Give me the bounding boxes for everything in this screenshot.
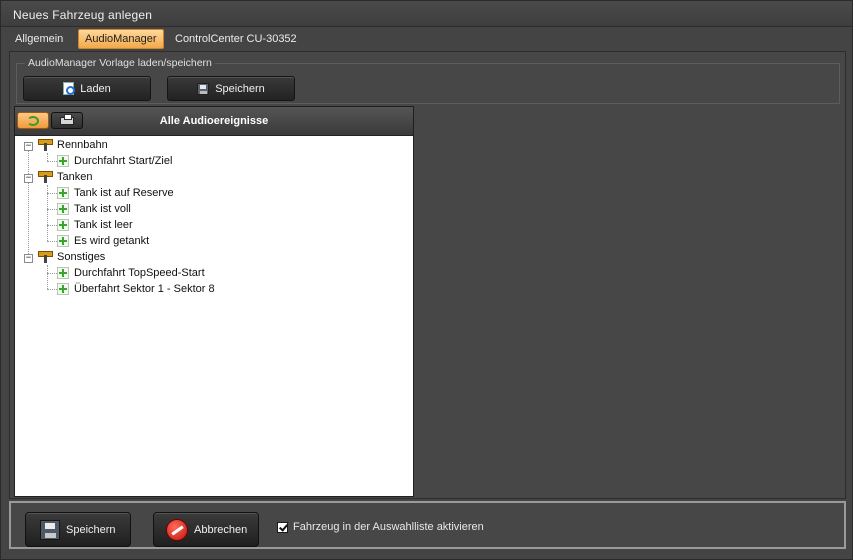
floppy-icon <box>40 519 60 540</box>
tree-connector <box>28 146 29 258</box>
plus-icon <box>57 187 69 199</box>
cancel-button[interactable]: Abbrechen <box>153 512 259 547</box>
tree-leaf[interactable]: Überfahrt Sektor 1 - Sektor 8 <box>57 281 215 297</box>
tree-node-label: Rennbahn <box>57 139 108 151</box>
tree-node-label: Tanken <box>57 171 93 183</box>
cancel-button-label: Abbrechen <box>194 523 248 536</box>
window-title: Neues Fahrzeug anlegen <box>13 8 153 22</box>
dialog-footer: Speichern Abbrechen Fahrzeug in der Ausw… <box>9 501 846 549</box>
plus-icon <box>57 267 69 279</box>
activate-vehicle-checkbox[interactable]: Fahrzeug in der Auswahlliste aktivieren <box>277 521 484 533</box>
tree-leaf[interactable]: Durchfahrt Start/Ziel <box>57 153 172 169</box>
save-template-button[interactable]: Speichern <box>167 76 295 101</box>
panel-header: Alle Audioereignisse <box>15 107 413 136</box>
tree-leaf[interactable]: Durchfahrt TopSpeed-Start <box>57 265 205 281</box>
plus-icon <box>57 203 69 215</box>
tab-controlcenter[interactable]: ControlCenter CU-30352 <box>169 29 303 49</box>
checkbox-box[interactable] <box>277 521 288 533</box>
audio-events-panel: Alle Audioereignisse − Rennbahn Durchfah… <box>14 106 414 497</box>
tree-leaf-label: Durchfahrt Start/Ziel <box>74 155 173 167</box>
collapse-toggle[interactable]: − <box>24 142 33 151</box>
tree-leaf-label: Überfahrt Sektor 1 - Sektor 8 <box>74 283 215 295</box>
tree-leaf-label: Tank ist auf Reserve <box>74 187 174 199</box>
template-groupbox-title: AudioManager Vorlage laden/speichern <box>25 57 215 69</box>
floppy-icon <box>197 82 210 95</box>
tree-leaf[interactable]: Tank ist voll <box>57 201 131 217</box>
collapse-toggle[interactable]: − <box>24 174 33 183</box>
panel-title: Alle Audioereignisse <box>159 115 269 127</box>
audiomanager-page: AudioManager Vorlage laden/speichern Lad… <box>9 51 846 499</box>
tree-leaf[interactable]: Tank ist auf Reserve <box>57 185 174 201</box>
tab-audiomanager[interactable]: AudioManager <box>78 29 164 49</box>
tree-leaf-label: Es wird getankt <box>74 235 150 247</box>
tree-leaf-label: Tank ist leer <box>74 219 133 231</box>
tree-connector <box>47 153 48 161</box>
tree-node-label: Sonstiges <box>57 251 106 263</box>
plus-icon <box>57 219 69 231</box>
save-template-label: Speichern <box>215 82 265 95</box>
save-button-label: Speichern <box>66 523 116 536</box>
drill-icon <box>37 138 53 152</box>
plus-icon <box>57 235 69 247</box>
save-button[interactable]: Speichern <box>25 512 131 547</box>
plus-icon <box>57 283 69 295</box>
collapse-toggle[interactable]: − <box>24 254 33 263</box>
drill-icon <box>37 250 53 264</box>
audio-events-tree[interactable]: − Rennbahn Durchfahrt Start/Ziel − Tanke… <box>15 137 413 496</box>
title-bar: Neues Fahrzeug anlegen <box>1 1 852 27</box>
template-groupbox: AudioManager Vorlage laden/speichern Lad… <box>16 57 840 104</box>
load-template-label: Laden <box>80 82 111 95</box>
activate-vehicle-label: Fahrzeug in der Auswahlliste aktivieren <box>293 521 484 533</box>
tree-leaf[interactable]: Tank ist leer <box>57 217 133 233</box>
tree-connector <box>47 265 48 289</box>
tree-leaf-label: Durchfahrt TopSpeed-Start <box>74 267 205 279</box>
tree-node-tanken[interactable]: Tanken <box>37 169 92 185</box>
tree-leaf[interactable]: Es wird getankt <box>57 233 149 249</box>
tree-leaf-label: Tank ist voll <box>74 203 131 215</box>
tree-node-sonstiges[interactable]: Sonstiges <box>37 249 105 265</box>
tree-node-rennbahn[interactable]: Rennbahn <box>37 137 108 153</box>
tab-allgemein[interactable]: Allgemein <box>9 29 69 49</box>
document-icon <box>63 82 76 95</box>
cancel-icon <box>166 518 188 541</box>
dialog-window: Neues Fahrzeug anlegen Allgemein AudioMa… <box>0 0 853 560</box>
plus-icon <box>57 155 69 167</box>
load-template-button[interactable]: Laden <box>23 76 151 101</box>
drill-icon <box>37 170 53 184</box>
